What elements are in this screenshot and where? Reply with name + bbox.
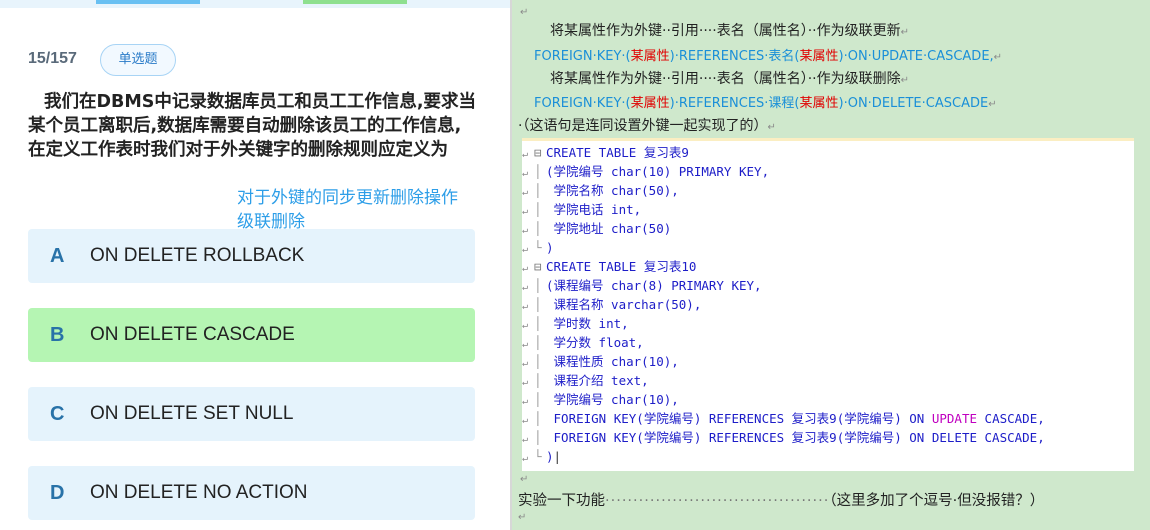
code-line: ↵ ⊟ CREATE TABLE 复习表9 — [522, 145, 689, 160]
code-line: ↵ │ 学院地址 char(50) — [522, 221, 672, 236]
sql-update-line: FOREIGN·KEY·(某属性)·REFERENCES·表名(某属性)·ON·… — [534, 49, 1003, 64]
sql-attr-red: 某属性 — [799, 96, 839, 111]
annotation-line-1: 对于外键的同步更新删除操作 — [237, 188, 458, 208]
code-line: ↵ │ 学院名称 char(50), — [522, 183, 679, 198]
note-text: 将某属性作为外键··引用····表名（属性名）··作为级联删除 — [550, 71, 901, 87]
option-text: ON DELETE SET NULL — [90, 403, 294, 424]
sql-delete-line: FOREIGN·KEY·(某属性)·REFERENCES·课程(某属性)·ON·… — [534, 96, 997, 111]
code-line: ↵ │ 课程性质 char(10), — [522, 354, 679, 369]
quiz-panel: 15/157 单选题 我们在DBMS中记录数据库员工和员工工作信息,要求当某个员… — [0, 0, 510, 530]
note-text: 将某属性作为外键··引用····表名（属性名）··作为级联更新 — [550, 23, 901, 39]
paragraph-mark: ↵ — [520, 7, 529, 18]
code-line: ↵ │ 学分数 float, — [522, 335, 644, 350]
footer-dots: ········································ — [605, 493, 830, 509]
note-cascade-delete: 将某属性作为外键··引用····表名（属性名）··作为级联删除↵ — [550, 71, 909, 87]
top-tab-bar — [0, 0, 510, 8]
note-explanation: ·（这语句是连同设置外键一起实现了的）↵ — [518, 118, 776, 134]
sql-attr-red: 某属性 — [630, 49, 670, 64]
option-b[interactable]: B ON DELETE CASCADE — [28, 308, 475, 362]
paragraph-mark: ↵ — [520, 474, 529, 485]
question-body: 我们在DBMS中记录数据库员工和员工工作信息,要求当某个员工离职后,数据库需要自… — [28, 92, 477, 160]
question-type-badge: 单选题 — [100, 44, 176, 76]
code-line: ↵ │ (学院编号 char(10) PRIMARY KEY, — [522, 164, 770, 179]
handwritten-annotation: 对于外键的同步更新删除操作 级联删除 — [237, 186, 497, 234]
sql-attr-red: 某属性 — [799, 49, 839, 64]
tab-indicator-blue[interactable] — [96, 0, 200, 4]
sql-part: )·ON·DELETE·CASCADE — [838, 96, 989, 111]
footer-text: 实验一下功能 — [518, 493, 605, 509]
code-line: ↵ └)| — [522, 449, 562, 464]
paragraph-mark: ↵ — [518, 512, 527, 523]
option-letter: A — [50, 245, 65, 267]
code-line: ↵ │ 学院电话 int, — [522, 202, 642, 217]
sql-part: )·REFERENCES·课程( — [669, 96, 800, 111]
code-line: ↵ ⊟ CREATE TABLE 复习表10 — [522, 259, 697, 274]
code-line: ↵ │ 课程介绍 text, — [522, 373, 649, 388]
question-counter: 15/157 — [28, 50, 77, 67]
code-line: ↵ │ 学时数 int, — [522, 316, 629, 331]
option-a[interactable]: A ON DELETE ROLLBACK — [28, 229, 475, 283]
footer-note: （这里多加了个逗号·但没报错？） — [829, 493, 1045, 509]
sql-part: FOREIGN·KEY·( — [534, 96, 631, 111]
sql-part: )·REFERENCES·表名( — [669, 49, 800, 64]
code-block[interactable]: ↵ ⊟ CREATE TABLE 复习表9 ↵ │ (学院编号 char(10) PRI… — [522, 138, 1134, 471]
tab-indicator-green[interactable] — [303, 0, 407, 4]
option-text: ON DELETE ROLLBACK — [90, 245, 305, 266]
code-line: ↵ │ 课程名称 varchar(50), — [522, 297, 702, 312]
sql-attr-red: 某属性 — [630, 96, 670, 111]
option-letter: C — [50, 403, 65, 425]
option-d[interactable]: D ON DELETE NO ACTION — [28, 466, 475, 520]
sql-part: )·ON·UPDATE·CASCADE, — [838, 49, 994, 64]
text-cursor: | — [553, 449, 562, 464]
question-text: 我们在DBMS中记录数据库员工和员工工作信息,要求当某个员工离职后,数据库需要自… — [28, 90, 478, 162]
code-line: ↵ │ FOREIGN KEY(学院编号) REFERENCES 复习表9(学院编… — [522, 411, 1045, 426]
sql-part: FOREIGN·KEY·( — [534, 49, 631, 64]
note-cascade-update: 将某属性作为外键··引用····表名（属性名）··作为级联更新↵ — [550, 23, 909, 39]
code-line: ↵ │ 学院编号 char(10), — [522, 392, 679, 407]
option-letter: D — [50, 482, 65, 504]
option-text: ON DELETE NO ACTION — [90, 482, 308, 503]
code-line: ↵ └) — [522, 240, 554, 255]
option-letter: B — [50, 324, 65, 346]
note-text: ·（这语句是连同设置外键一起实现了的） — [518, 118, 768, 134]
document-panel: ↵ 将某属性作为外键··引用····表名（属性名）··作为级联更新↵ FOREI… — [512, 0, 1150, 530]
update-keyword: UPDATE — [931, 411, 978, 426]
code-line: ↵ │ (课程编号 char(8) PRIMARY KEY, — [522, 278, 762, 293]
option-text: ON DELETE CASCADE — [90, 324, 295, 345]
option-c[interactable]: C ON DELETE SET NULL — [28, 387, 475, 441]
code-line: ↵ │ FOREIGN KEY(学院编号) REFERENCES 复习表9(学院编… — [522, 430, 1045, 445]
footer-line: 实验一下功能··································… — [518, 489, 1044, 510]
